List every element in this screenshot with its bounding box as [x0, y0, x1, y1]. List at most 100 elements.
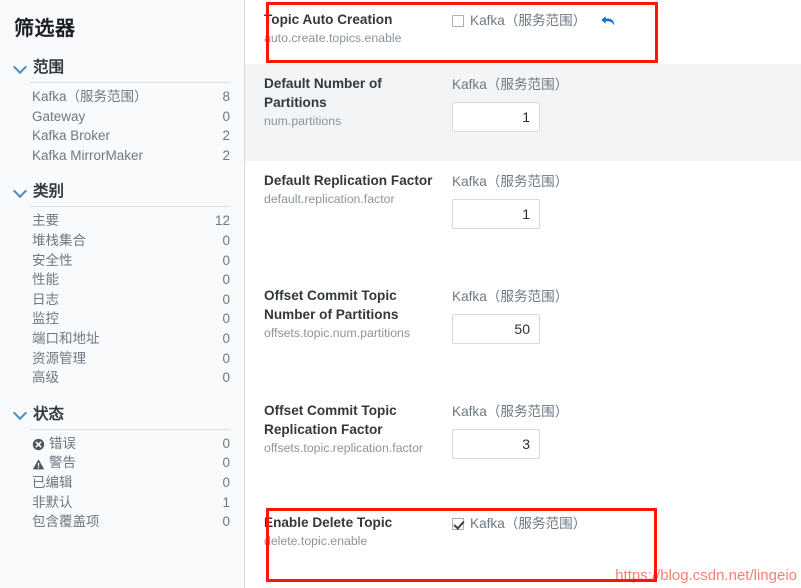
- config-value-input[interactable]: [452, 429, 540, 459]
- sidebar-item-count: 0: [222, 455, 230, 471]
- error-icon: [32, 437, 45, 451]
- scope-line: Kafka（服务范围）: [452, 402, 801, 422]
- config-label-block: Offset Commit Topic Replication Factor o…: [264, 401, 452, 481]
- facet-scope: 范围 Kafka（服务范围） 8 Gateway 0 Kafka Broker …: [0, 55, 244, 165]
- config-checkbox[interactable]: [452, 518, 464, 530]
- sidebar-item-logs[interactable]: 日志 0: [32, 290, 230, 310]
- sidebar-item-count: 0: [222, 514, 230, 530]
- sidebar-item-count: 0: [222, 370, 230, 386]
- sidebar-item-count: 0: [222, 272, 230, 288]
- sidebar-item-count: 0: [222, 330, 230, 346]
- sidebar-item-label: 包含覆盖项: [32, 514, 100, 530]
- sidebar-item-label: 监控: [32, 311, 59, 327]
- sidebar-item-gateway[interactable]: Gateway 0: [32, 107, 230, 127]
- sidebar-item-label: 高级: [32, 370, 59, 386]
- filter-sidebar: 筛选器 范围 Kafka（服务范围） 8 Gateway 0 Kafka Bro…: [0, 0, 245, 588]
- sidebar-item-advanced[interactable]: 高级 0: [32, 368, 230, 388]
- facet-category-list: 主要 12 堆栈集合 0 安全性 0 性能 0 日志 0 监控 0 端口和地址 …: [0, 209, 244, 387]
- sidebar-item-count: 0: [222, 474, 230, 490]
- config-label-block: Enable Delete Topic delete.topic.enable: [264, 513, 452, 548]
- config-value-block: Kafka（服务范围）: [452, 286, 801, 381]
- scope-label: Kafka（服务范围）: [470, 13, 587, 28]
- sidebar-item-label: Kafka（服务范围）: [32, 89, 148, 104]
- facet-category: 类别 主要 12 堆栈集合 0 安全性 0 性能 0 日志 0 监控 0 端口和…: [0, 179, 244, 387]
- sidebar-item-resource-management[interactable]: 资源管理 0: [32, 349, 230, 369]
- sidebar-item-label: 性能: [32, 272, 59, 288]
- facet-status: 状态 错误 0 警告 0 已编辑 0 非默认 1 包含覆盖项 0: [0, 402, 244, 532]
- sidebar-item-edited[interactable]: 已编辑 0: [32, 473, 230, 493]
- sidebar-item-main[interactable]: 主要 12: [32, 211, 230, 231]
- scope-label: Kafka（服务范围）: [452, 404, 569, 419]
- config-row-num-partitions: Default Number of Partitions num.partiti…: [245, 64, 801, 161]
- config-row-auto-create-topics: Topic Auto Creation auto.create.topics.e…: [245, 0, 801, 64]
- scope-line: Kafka（服务范围）: [452, 11, 801, 31]
- sidebar-item-non-default[interactable]: 非默认 1: [32, 493, 230, 513]
- config-row-default-replication-factor: Default Replication Factor default.repli…: [245, 161, 801, 276]
- facet-category-header[interactable]: 类别: [0, 179, 244, 201]
- sidebar-item-ports-addresses[interactable]: 端口和地址 0: [32, 329, 230, 349]
- config-value-block: Kafka（服务范围）: [452, 74, 801, 151]
- undo-icon[interactable]: [600, 14, 616, 29]
- sidebar-item-errors[interactable]: 错误 0: [32, 434, 230, 454]
- sidebar-item-warnings[interactable]: 警告 0: [32, 453, 230, 473]
- divider: [30, 428, 230, 430]
- config-row-offsets-topic-num-partitions: Offset Commit Topic Number of Partitions…: [245, 276, 801, 391]
- config-checkbox[interactable]: [452, 15, 464, 27]
- sidebar-item-stacks[interactable]: 堆栈集合 0: [32, 231, 230, 251]
- sidebar-item-label: 主要: [32, 213, 59, 229]
- config-label-block: Topic Auto Creation auto.create.topics.e…: [264, 10, 452, 54]
- sidebar-item-monitoring[interactable]: 监控 0: [32, 309, 230, 329]
- sidebar-item-kafka-mirrormaker[interactable]: Kafka MirrorMaker 2: [32, 146, 230, 166]
- config-value-input[interactable]: [452, 314, 540, 344]
- chevron-down-icon: [14, 406, 27, 419]
- facet-status-list: 错误 0 警告 0 已编辑 0 非默认 1 包含覆盖项 0: [0, 432, 244, 532]
- config-display-name: Topic Auto Creation: [264, 12, 393, 27]
- sidebar-item-label: 日志: [32, 291, 59, 307]
- sidebar-item-label: 端口和地址: [32, 330, 100, 346]
- sidebar-item-count: 0: [222, 108, 230, 124]
- config-list: Topic Auto Creation auto.create.topics.e…: [245, 0, 801, 588]
- divider: [30, 82, 230, 83]
- scope-label: Kafka（服务范围）: [452, 77, 569, 92]
- sidebar-item-label: 资源管理: [32, 350, 86, 366]
- sidebar-item-has-overrides[interactable]: 包含覆盖项 0: [32, 512, 230, 532]
- warning-icon: [32, 457, 45, 470]
- sidebar-item-count: 12: [214, 213, 230, 229]
- facet-status-header[interactable]: 状态: [0, 402, 244, 424]
- config-property-key: offsets.topic.num.partitions: [264, 326, 411, 340]
- facet-status-title: 状态: [33, 405, 65, 423]
- watermark: https://blog.csdn.net/lingeio: [615, 567, 797, 584]
- config-display-name: Default Replication Factor: [264, 173, 433, 188]
- scope-label: Kafka（服务范围）: [452, 289, 569, 304]
- chevron-down-icon: [14, 184, 27, 197]
- config-value-block: Kafka（服务范围）: [452, 10, 801, 54]
- config-display-name: Offset Commit Topic Replication Factor: [264, 403, 397, 437]
- config-value-block: Kafka（服务范围）: [452, 171, 801, 266]
- config-value-input[interactable]: [452, 199, 540, 229]
- sidebar-item-count: 0: [222, 435, 230, 451]
- config-property-key: auto.create.topics.enable: [264, 31, 402, 45]
- sidebar-item-kafka-broker[interactable]: Kafka Broker 2: [32, 126, 230, 146]
- sidebar-item-count: 1: [222, 494, 230, 510]
- divider: [30, 206, 230, 208]
- sidebar-item-label: 已编辑: [32, 474, 73, 490]
- config-label-block: Default Replication Factor default.repli…: [264, 171, 452, 266]
- config-value-block: Kafka（服务范围）: [452, 513, 801, 545]
- scope-line: Kafka（服务范围）: [452, 172, 801, 192]
- config-label-block: Offset Commit Topic Number of Partitions…: [264, 286, 452, 381]
- sidebar-item-performance[interactable]: 性能 0: [32, 270, 230, 290]
- scope-line: Kafka（服务范围）: [452, 514, 801, 534]
- config-value-input[interactable]: [452, 102, 540, 132]
- sidebar-item-count: 8: [222, 89, 230, 104]
- sidebar-item-security[interactable]: 安全性 0: [32, 251, 230, 271]
- facet-category-title: 类别: [33, 183, 65, 201]
- facet-scope-header[interactable]: 范围: [0, 55, 244, 77]
- config-property-key: offsets.topic.replication.factor: [264, 441, 424, 455]
- facet-scope-list: Kafka（服务范围） 8 Gateway 0 Kafka Broker 2 K…: [0, 85, 244, 165]
- sidebar-item-label: 警告: [49, 455, 76, 471]
- sidebar-item-count: 2: [222, 147, 230, 163]
- sidebar-item-label: 非默认: [32, 494, 73, 510]
- sidebar-item-kafka-service[interactable]: Kafka（服务范围） 8: [32, 87, 230, 107]
- sidebar-item-count: 0: [222, 252, 230, 268]
- sidebar-item-label: 安全性: [32, 252, 73, 268]
